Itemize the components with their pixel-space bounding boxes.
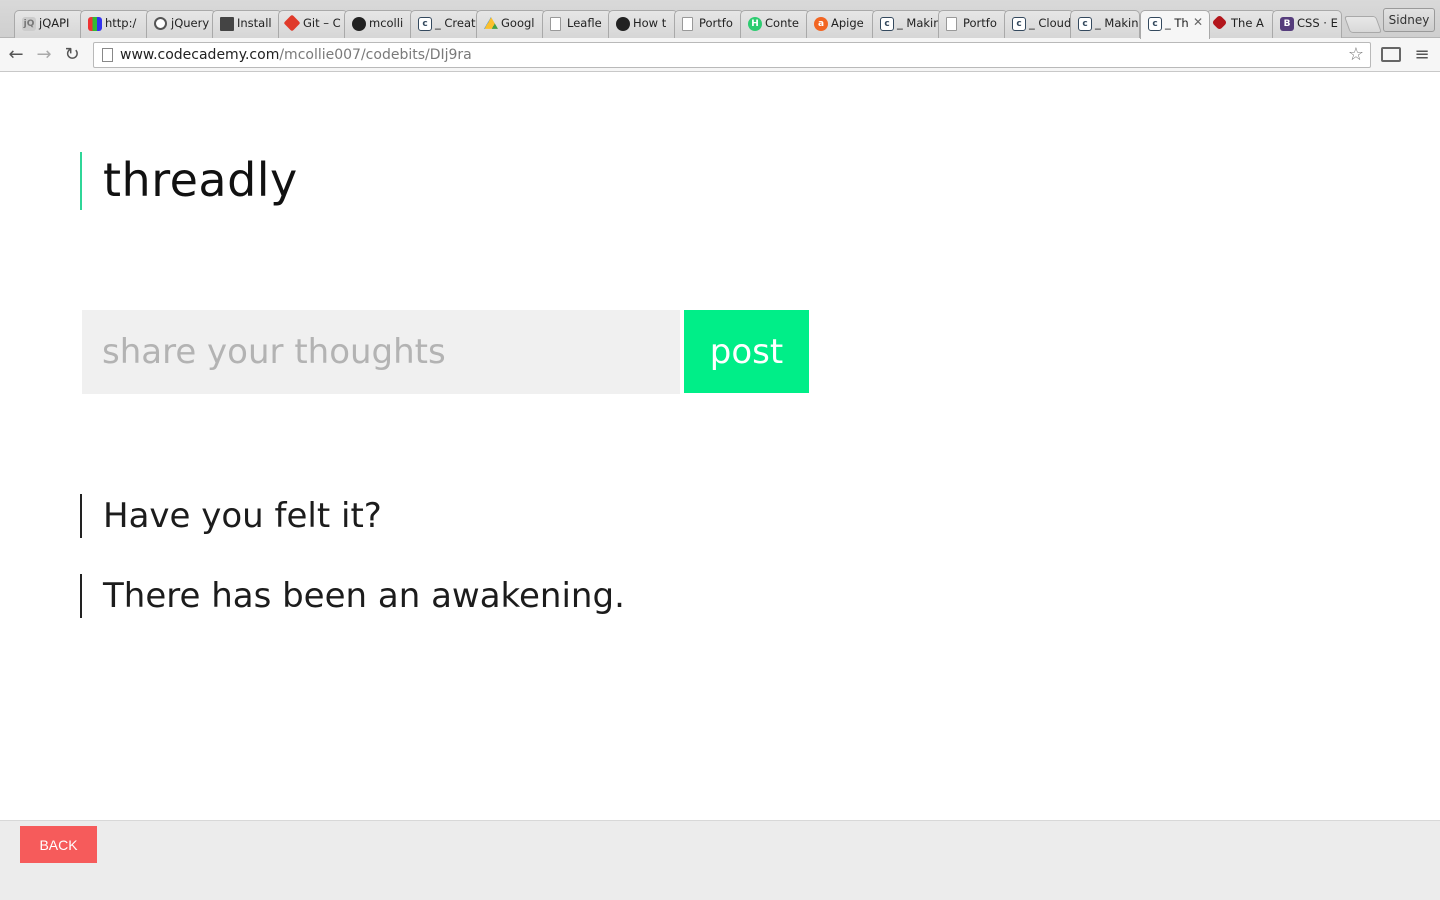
colorbars-icon	[88, 17, 102, 31]
browser-tab[interactable]: jQuery	[146, 10, 216, 38]
browser-tab[interactable]: c _ Makin	[872, 10, 942, 38]
tab-label: _ Makin	[897, 16, 941, 30]
app-title: threadly	[80, 152, 298, 210]
forward-arrow-icon[interactable]: →	[32, 43, 56, 67]
github-icon	[616, 17, 630, 31]
page-icon	[102, 48, 113, 62]
tab-label: _ Cloud	[1029, 16, 1072, 30]
thought-input[interactable]	[82, 310, 680, 394]
ruby-icon	[1211, 14, 1228, 31]
tab-label: Portfo	[963, 16, 997, 30]
codecademy-icon: c	[1012, 17, 1026, 31]
browser-tab-active[interactable]: c _ Th ✕	[1140, 10, 1210, 39]
apigee-icon: a	[814, 17, 828, 31]
reload-icon[interactable]: ↻	[60, 43, 84, 67]
browser-tab[interactable]: Leafle	[542, 10, 612, 38]
tab-label: The A	[1231, 16, 1264, 30]
browser-tab[interactable]: c _ Cloud	[1004, 10, 1074, 38]
address-bar[interactable]: www.codecademy.com/mcollie007/codebits/D…	[93, 42, 1371, 68]
url-host: www.codecademy.com	[120, 47, 280, 63]
tab-label: Git – C	[303, 16, 341, 30]
profile-button[interactable]: Sidney	[1383, 8, 1435, 32]
tab-label: Portfo	[699, 16, 733, 30]
tab-label: Install	[237, 16, 272, 30]
git-icon	[283, 14, 301, 32]
post-item: Have you felt it?	[80, 494, 382, 538]
footer-bar: BACK	[0, 820, 1440, 900]
browser-tab[interactable]: mcolli	[344, 10, 414, 38]
tab-label: mcolli	[369, 16, 404, 30]
codecademy-icon: c	[1148, 17, 1162, 31]
browser-tab[interactable]: jQ jQAPI	[14, 10, 84, 38]
browser-tab[interactable]: c _ Creati	[410, 10, 480, 38]
tab-label: CSS · E	[1297, 16, 1338, 30]
new-tab-button[interactable]	[1343, 16, 1383, 33]
post-button[interactable]: post	[684, 310, 809, 393]
tab-label: jQuery	[171, 16, 210, 30]
post-item: There has been an awakening.	[80, 574, 625, 618]
terminal-icon	[220, 17, 234, 31]
tab-label: Googl	[501, 16, 535, 30]
browser-tab[interactable]: c _ Makin	[1070, 10, 1140, 38]
browser-tab[interactable]: H Conte	[740, 10, 810, 38]
back-button[interactable]: BACK	[20, 826, 97, 863]
tab-label: _ Creati	[435, 16, 479, 30]
github-icon	[352, 17, 366, 31]
page-icon	[682, 17, 693, 31]
bootstrap-icon: B	[1280, 17, 1294, 31]
google-drive-icon	[484, 17, 498, 29]
page-content: threadly post Have you felt it? There ha…	[0, 73, 1440, 820]
browser-tab[interactable]: Googl	[476, 10, 546, 38]
codecademy-icon: c	[1078, 17, 1092, 31]
browser-tab[interactable]: B CSS · E	[1272, 10, 1342, 38]
menu-icon[interactable]: ≡	[1414, 46, 1430, 64]
jqapi-icon: jQ	[22, 17, 36, 31]
back-arrow-icon[interactable]: ←	[4, 43, 28, 67]
tab-label: jQAPI	[39, 16, 70, 30]
page-icon	[946, 17, 957, 31]
tab-label: _ Th	[1165, 16, 1189, 30]
browser-tab[interactable]: Install	[212, 10, 282, 38]
tab-label: Leafle	[567, 16, 602, 30]
browser-tab[interactable]: The A	[1206, 10, 1276, 38]
tab-label: _ Makin	[1095, 16, 1139, 30]
browser-tab-strip: jQ jQAPI http:/ jQuery Install Git – C m…	[0, 0, 1440, 39]
cast-icon[interactable]	[1381, 47, 1401, 62]
browser-tab[interactable]: How t	[608, 10, 678, 38]
tab-label: Conte	[765, 16, 799, 30]
url-text: www.codecademy.com/mcollie007/codebits/D…	[120, 47, 472, 63]
bookmark-star-icon[interactable]: ☆	[1348, 44, 1364, 65]
hubspot-icon: H	[748, 17, 762, 31]
url-path: /mcollie007/codebits/DIj9ra	[279, 47, 472, 63]
tab-label: Apige	[831, 16, 864, 30]
browser-tab[interactable]: a Apige	[806, 10, 876, 38]
browser-tab[interactable]: http:/	[80, 10, 150, 38]
codecademy-icon: c	[880, 17, 894, 31]
jquery-icon	[154, 17, 167, 30]
browser-tab[interactable]: Git – C	[278, 10, 348, 38]
page-icon	[550, 17, 561, 31]
codecademy-icon: c	[418, 17, 432, 31]
browser-tab[interactable]: Portfo	[938, 10, 1008, 38]
browser-tab[interactable]: Portfo	[674, 10, 744, 38]
tab-label: http:/	[105, 16, 137, 30]
browser-toolbar: ← → ↻ www.codecademy.com/mcollie007/code…	[0, 38, 1440, 72]
tab-label: How t	[633, 16, 667, 30]
close-tab-icon[interactable]: ✕	[1193, 15, 1203, 29]
